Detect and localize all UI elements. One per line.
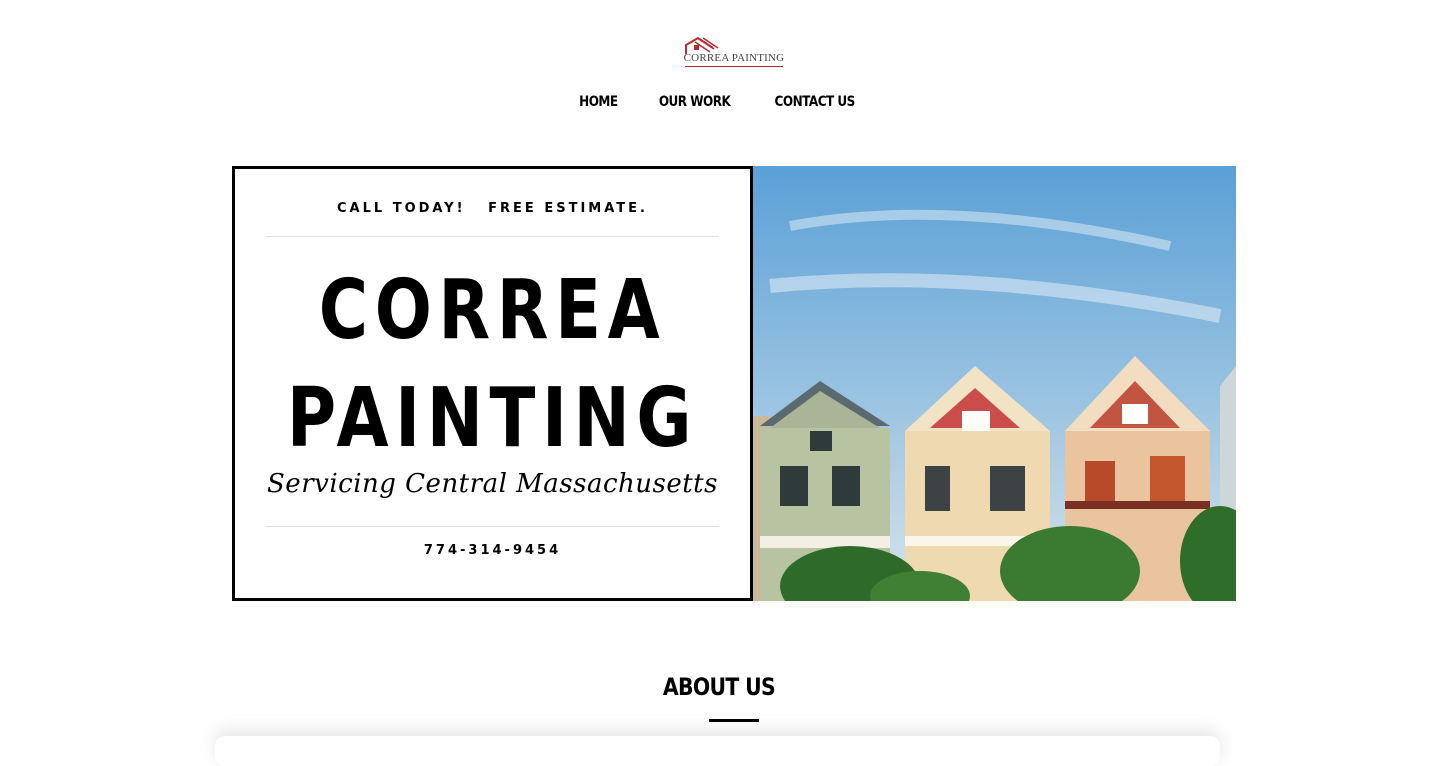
divider: [266, 526, 719, 527]
hero-title-line-2: PAINTING: [286, 371, 699, 466]
logo-wordmark: CORREA PAINTING: [683, 52, 785, 64]
hero-subtitle: Servicing Central Massachusetts: [267, 469, 718, 499]
nav-contact-us[interactable]: CONTACT US: [774, 90, 855, 114]
nav-home[interactable]: HOME: [579, 90, 618, 114]
about-us-underline: [709, 719, 759, 722]
hero-title-line-1: CORREA: [318, 263, 667, 358]
about-us-heading-text: ABOUT US: [662, 673, 775, 701]
site-logo[interactable]: CORREA PAINTING: [683, 36, 785, 70]
phone-number[interactable]: 774-314-9454: [235, 543, 750, 558]
nav-our-work[interactable]: OUR WORK: [658, 90, 730, 114]
hero-image-houses: [750, 166, 1236, 601]
main-navigation: HOME OUR WORK CONTACT US: [0, 90, 1437, 114]
hero-tagline: CALL TODAY! FREE ESTIMATE.: [337, 201, 648, 216]
hero-title: CORREA PAINTING: [235, 257, 750, 473]
divider: [266, 236, 719, 237]
about-us-heading: ABOUT US: [0, 673, 1437, 701]
hero-card: CALL TODAY! FREE ESTIMATE. CORREA PAINTI…: [232, 166, 753, 601]
about-content-panel: [215, 736, 1220, 766]
logo-underline: [685, 66, 783, 67]
